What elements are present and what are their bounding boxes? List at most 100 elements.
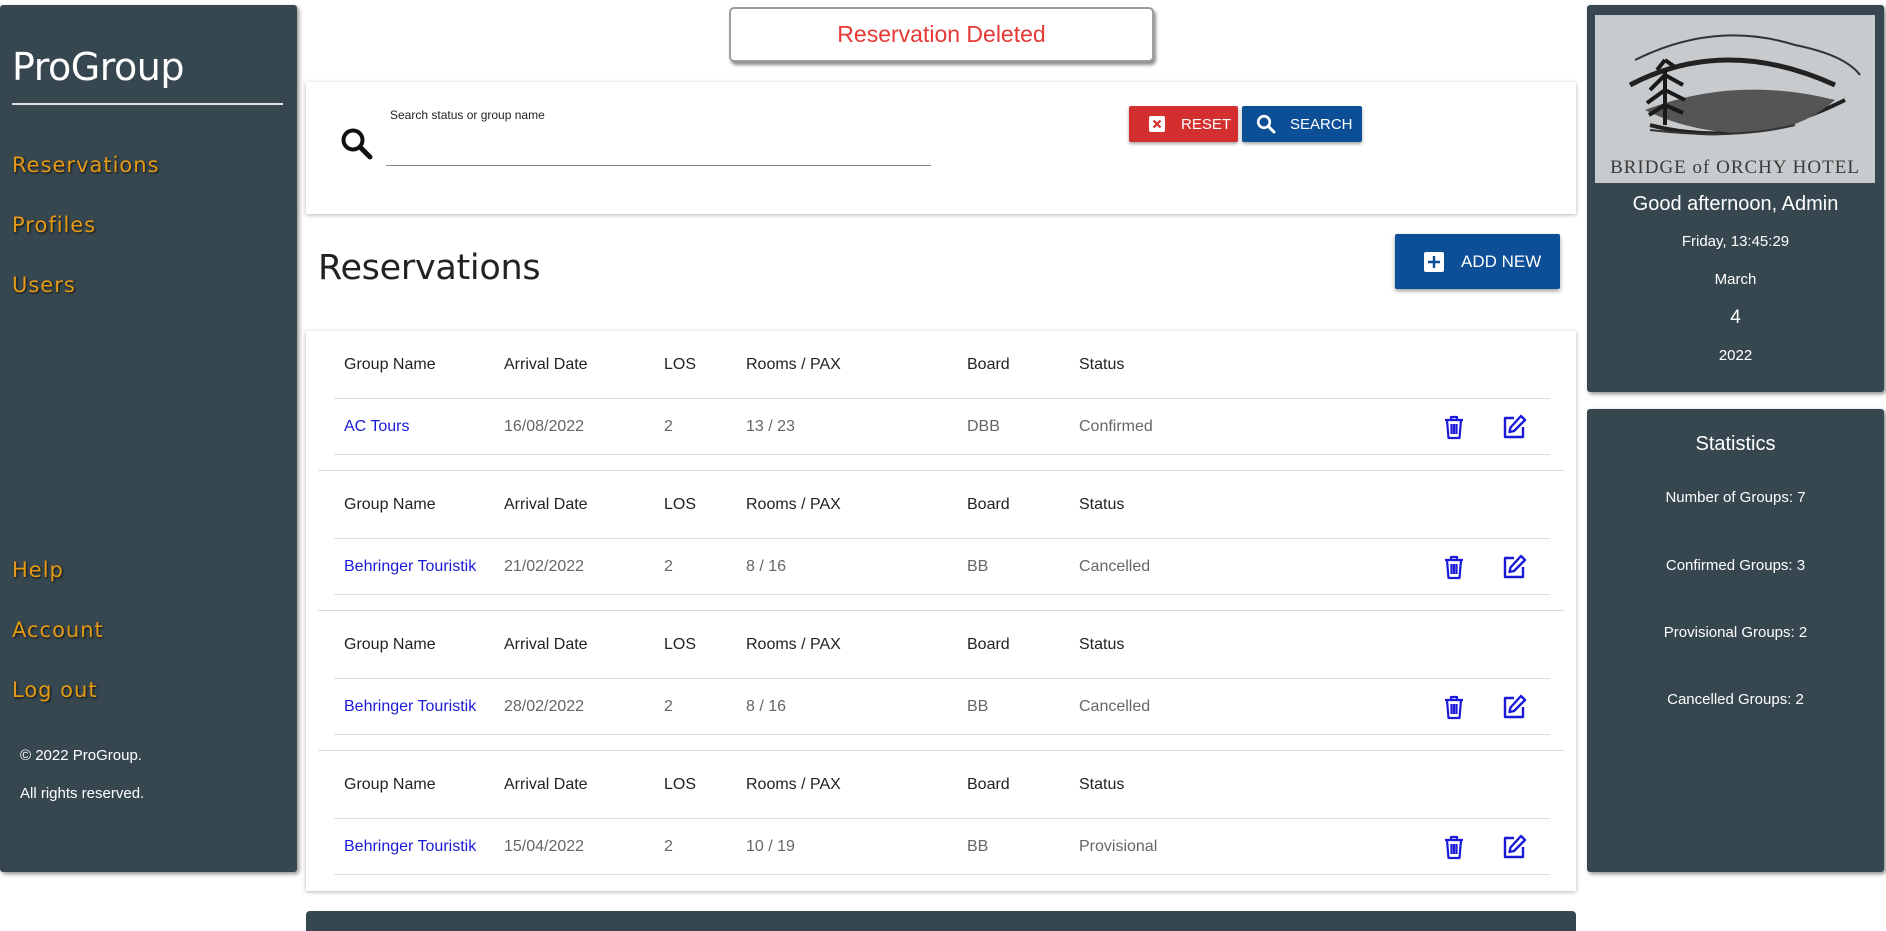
cell-arrival-date: 28/02/2022 — [504, 697, 585, 715]
header-status: Status — [1079, 775, 1125, 793]
edit-icon[interactable] — [1500, 413, 1528, 441]
stat-confirmed-groups: Confirmed Groups: 3 — [1665, 557, 1806, 574]
search-icon — [1256, 114, 1276, 134]
cell-arrival-date: 21/02/2022 — [504, 557, 585, 575]
cell-status: Confirmed — [1079, 417, 1153, 435]
header-board: Board — [967, 635, 1010, 653]
table-row: AC Tours 16/08/2022 2 13 / 23 DBB Confirmed — [334, 399, 1550, 455]
stat-cancelled-groups: Cancelled Groups: 2 — [1667, 691, 1804, 708]
logo-text: BRIDGE of ORCHY HOTEL — [1610, 157, 1860, 178]
header-status: Status — [1079, 495, 1125, 513]
delete-icon[interactable] — [1440, 833, 1468, 861]
reservation-block: Group Name Arrival Date LOS Rooms / PAX Boar… — [318, 751, 1564, 891]
reservation-block: Group Name Arrival Date LOS Rooms / PAX Boar… — [318, 611, 1564, 751]
table-header-row: Group Name Arrival Date LOS Rooms / PAX Boar… — [334, 471, 1550, 539]
cell-arrival-date: 15/04/2022 — [504, 837, 585, 855]
header-arrival-date: Arrival Date — [504, 355, 588, 373]
edit-icon[interactable] — [1500, 553, 1528, 581]
cell-board: DBB — [967, 417, 1000, 435]
header-group-name: Group Name — [344, 495, 436, 513]
edit-icon[interactable] — [1500, 833, 1528, 861]
table-header-row: Group Name Arrival Date LOS Rooms / PAX Boar… — [334, 751, 1550, 819]
search-input[interactable] — [386, 130, 931, 166]
cell-rooms-pax: 8 / 16 — [746, 557, 787, 575]
table-header-row: Group Name Arrival Date LOS Rooms / PAX Boar… — [334, 611, 1550, 679]
cell-rooms-pax: 8 / 16 — [746, 697, 787, 715]
plus-box-icon — [1424, 251, 1444, 272]
cell-board: BB — [967, 837, 989, 855]
search-button-label: SEARCH — [1290, 115, 1353, 133]
reset-button[interactable]: RESET — [1129, 106, 1238, 142]
header-group-name: Group Name — [344, 635, 436, 653]
header-rooms-pax: Rooms / PAX — [746, 635, 841, 653]
reservation-block: Group Name Arrival Date LOS Rooms / PAX Boar… — [318, 471, 1564, 611]
delete-icon[interactable] — [1440, 693, 1468, 721]
header-arrival-date: Arrival Date — [504, 775, 588, 793]
reset-label: RESET — [1181, 115, 1232, 133]
header-board: Board — [967, 355, 1010, 373]
nav-reservations[interactable]: Reservations — [12, 153, 160, 177]
table-row: Behringer Touristik 28/02/2022 2 8 / 16 BB Ca… — [334, 679, 1550, 735]
search-icon — [341, 128, 373, 160]
cell-group-name[interactable]: Behringer Touristik — [344, 698, 476, 716]
nav-help[interactable]: Help — [12, 558, 64, 582]
table-row: Behringer Touristik 15/04/2022 2 10 / 19 BB P… — [334, 819, 1550, 875]
close-box-icon — [1147, 114, 1167, 134]
cell-status: Provisional — [1079, 837, 1158, 855]
search-label: Search status or group name — [390, 108, 545, 122]
footer-bar — [306, 911, 1576, 931]
rights-text: All rights reserved. — [20, 785, 145, 802]
cell-arrival-date: 16/08/2022 — [504, 417, 585, 435]
cell-rooms-pax: 10 / 19 — [746, 837, 795, 855]
cell-los: 2 — [664, 697, 673, 715]
page-title: Reservations — [318, 248, 541, 288]
header-status: Status — [1079, 635, 1125, 653]
cell-status: Cancelled — [1079, 557, 1151, 575]
greeting-month: March — [1714, 271, 1757, 288]
header-arrival-date: Arrival Date — [504, 495, 588, 513]
search-card: Search status or group name RESET SEARCH — [306, 82, 1576, 214]
hotel-logo-image: BRIDGE of ORCHY HOTEL — [1610, 34, 1861, 178]
nav-account[interactable]: Account — [12, 618, 104, 642]
greeting-year: 2022 — [1718, 347, 1753, 364]
cell-board: BB — [967, 557, 989, 575]
nav-users[interactable]: Users — [12, 273, 76, 297]
header-group-name: Group Name — [344, 355, 436, 373]
delete-icon[interactable] — [1440, 553, 1468, 581]
greeting-day: 4 — [1730, 307, 1741, 328]
add-new-button[interactable]: ADD NEW — [1395, 234, 1560, 289]
header-los: LOS — [664, 495, 697, 513]
toast-message: Reservation Deleted — [837, 21, 1046, 47]
edit-icon[interactable] — [1500, 693, 1528, 721]
header-rooms-pax: Rooms / PAX — [746, 355, 841, 373]
reservation-block: Group Name Arrival Date LOS Rooms / PAX Boar… — [318, 331, 1564, 471]
delete-icon[interactable] — [1440, 413, 1468, 441]
nav-profiles[interactable]: Profiles — [12, 213, 96, 237]
brand-title: ProGroup — [12, 45, 184, 89]
statistics-title: Statistics — [1695, 433, 1776, 455]
greeting-message: Good afternoon, Admin — [1632, 193, 1839, 215]
header-arrival-date: Arrival Date — [504, 635, 588, 653]
toast-notification: Reservation Deleted — [729, 7, 1154, 62]
cell-group-name[interactable]: Behringer Touristik — [344, 838, 476, 856]
cell-los: 2 — [664, 557, 673, 575]
header-rooms-pax: Rooms / PAX — [746, 775, 841, 793]
cell-status: Cancelled — [1079, 697, 1151, 715]
reservations-table: Group Name Arrival Date LOS Rooms / PAX Boar… — [306, 331, 1576, 891]
stat-number-of-groups: Number of Groups: 7 — [1665, 489, 1806, 506]
cell-los: 2 — [664, 417, 673, 435]
header-board: Board — [967, 775, 1010, 793]
cell-group-name[interactable]: AC Tours — [344, 418, 410, 436]
hotel-logo: BRIDGE of ORCHY HOTEL — [1595, 15, 1875, 183]
stat-provisional-groups: Provisional Groups: 2 — [1663, 624, 1808, 641]
sidebar: ProGroup Reservations Profiles Users Hel… — [0, 5, 297, 872]
search-button[interactable]: SEARCH — [1242, 106, 1362, 142]
statistics-panel: Statistics Number of Groups: 7 Confirmed… — [1587, 409, 1884, 872]
cell-group-name[interactable]: Behringer Touristik — [344, 558, 476, 576]
nav-logout[interactable]: Log out — [12, 678, 98, 702]
cell-board: BB — [967, 697, 989, 715]
cell-rooms-pax: 13 / 23 — [746, 417, 795, 435]
table-row: Behringer Touristik 21/02/2022 2 8 / 16 BB Ca… — [334, 539, 1550, 595]
header-group-name: Group Name — [344, 775, 436, 793]
copyright-text: © 2022 ProGroup. — [20, 747, 142, 764]
